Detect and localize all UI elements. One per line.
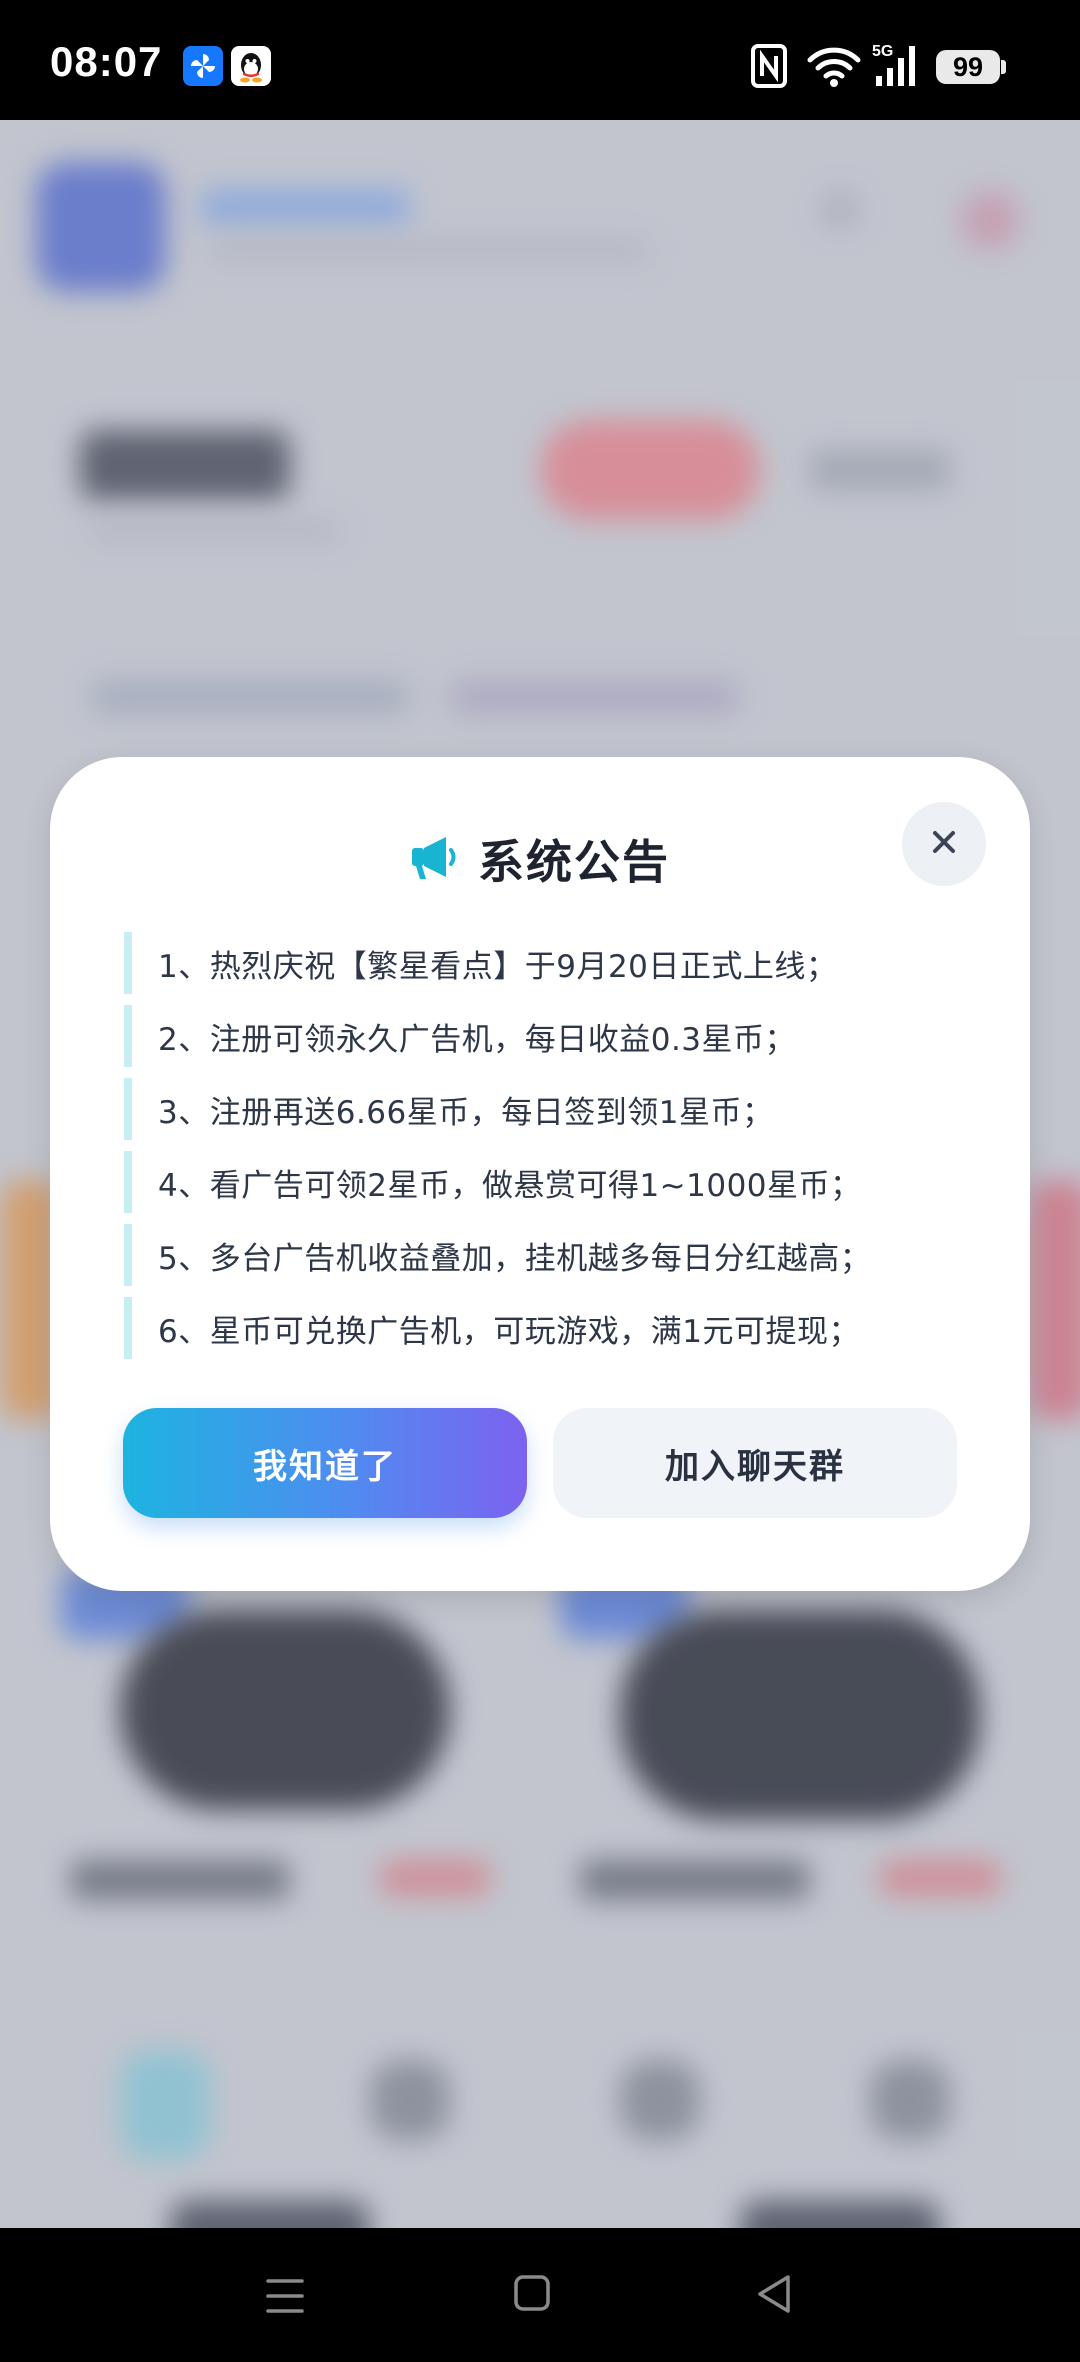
dialog-header: 系统公告 xyxy=(50,827,1030,891)
battery-tip xyxy=(1001,60,1006,74)
status-time: 08:07 xyxy=(50,38,163,85)
nfc-icon xyxy=(751,44,787,92)
dialog-title: 系统公告 xyxy=(478,835,670,889)
back-triangle-icon[interactable] xyxy=(754,2272,794,2320)
notice-item: 1、热烈庆祝【繁星看点】于9月20日正式上线； xyxy=(124,932,984,994)
notice-item: 2、注册可领永久广告机，每日收益0.3星币； xyxy=(124,1005,984,1067)
notice-item: 4、看广告可领2星币，做悬赏可得1~1000星币； xyxy=(124,1151,984,1213)
5g-signal-icon: 5G xyxy=(870,40,922,94)
notice-item: 6、星币可兑换广告机，可玩游戏，满1元可提现； xyxy=(124,1297,984,1359)
announcement-dialog: 系统公告 1、热烈庆祝【繁星看点】于9月20日正式上线； 2、注册可领永久广告机… xyxy=(50,757,1030,1591)
menu-icon[interactable] xyxy=(266,2276,304,2320)
megaphone-icon xyxy=(410,833,460,885)
notice-list: 1、热烈庆祝【繁星看点】于9月20日正式上线； 2、注册可领永久广告机，每日收益… xyxy=(124,932,984,1370)
notice-item: 3、注册再送6.66星币，每日签到领1星币； xyxy=(124,1078,984,1140)
qq-app-icon xyxy=(231,46,271,86)
acknowledge-button[interactable]: 我知道了 xyxy=(123,1408,527,1518)
wifi-icon xyxy=(806,44,862,92)
home-square-icon[interactable] xyxy=(512,2273,552,2317)
navigation-bar xyxy=(0,2228,1080,2362)
notice-item: 5、多台广告机收益叠加，挂机越多每日分红越高； xyxy=(124,1224,984,1286)
battery-icon: 99 xyxy=(936,50,1000,84)
svg-text:5G: 5G xyxy=(872,43,893,60)
status-bar: 08:07 5G 99 xyxy=(0,0,1080,120)
join-chat-group-button[interactable]: 加入聊天群 xyxy=(553,1408,957,1518)
pinwheel-app-icon xyxy=(183,46,223,86)
